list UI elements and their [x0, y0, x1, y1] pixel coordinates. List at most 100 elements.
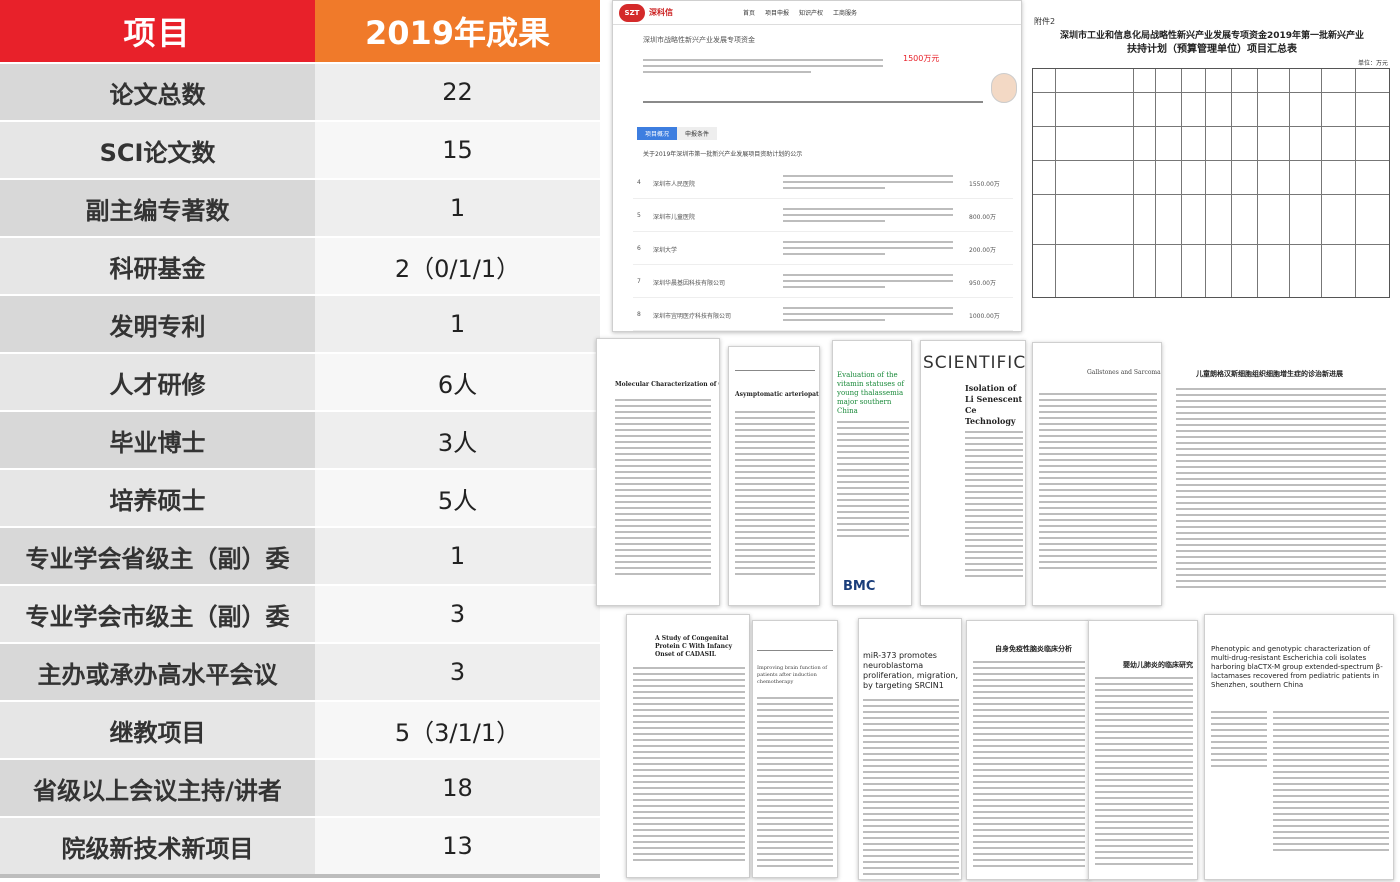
table-row: 继教项目 5（3/1/1） — [0, 700, 600, 758]
row-item-value: 1 — [315, 296, 600, 352]
table-row: SCI论文数 15 — [0, 120, 600, 178]
table-row: 论文总数 22 — [0, 62, 600, 120]
paper-thumbnail: Evaluation of the vitamin statuses of yo… — [832, 340, 912, 606]
paper-title: Gallstones and Sarcoma — [1087, 369, 1161, 376]
web-list-row: 6 深圳大学 200.00万 — [633, 233, 1013, 265]
paper-thumbnail: Improving brain function of patients aft… — [752, 620, 838, 878]
notice-title: 关于2019年深圳市第一批新兴产业发展项目资助计划的公示 — [643, 151, 803, 158]
row-organization: 深圳市人民医院 — [653, 181, 696, 188]
row-item-label: 主办或承办高水平会议 — [0, 644, 315, 700]
avatar — [991, 73, 1017, 103]
table-header: 项目 2019年成果 — [0, 0, 600, 62]
document-title-line1: 深圳市工业和信息化局战略性新兴产业发展专项资金2019年第一批新兴产业 — [1059, 31, 1365, 41]
table-bottom-rule — [0, 874, 600, 878]
bmc-logo: BMC — [843, 579, 876, 594]
table-row: 副主编专著数 1 — [0, 178, 600, 236]
nav-item: 知识产权 — [799, 10, 824, 17]
row-item-label: 继教项目 — [0, 702, 315, 758]
project-headline: 深圳市战略性新兴产业发展专项资金 — [643, 36, 755, 44]
paper-thumbnail: Asymptomatic arteriopathy — [728, 346, 820, 606]
row-item-value: 5（3/1/1） — [315, 702, 600, 758]
web-tabs: 项目概况 申报条件 — [637, 127, 718, 140]
row-item-label: 专业学会省级主（副）委 — [0, 528, 315, 584]
paper-title: Isolation of Li Senescent Ce Technology — [965, 383, 1023, 426]
tab-conditions: 申报条件 — [677, 127, 718, 140]
row-item-label: 毕业博士 — [0, 412, 315, 468]
row-item-value: 13 — [315, 818, 600, 874]
row-item-value: 6人 — [315, 354, 600, 410]
row-organization: 深圳华晨基因科技有限公司 — [653, 280, 726, 287]
row-item-label: 专业学会市级主（副）委 — [0, 586, 315, 642]
journal-name: SCIENTIFIC — [923, 353, 1026, 373]
paper-authors — [1211, 711, 1267, 771]
row-item-label: 人才研修 — [0, 354, 315, 410]
logo-icon: SZT — [619, 3, 645, 22]
paper-title: 自身免疫性脑炎临床分析 — [995, 644, 1072, 653]
row-amount: 1000.00万 — [969, 313, 1000, 320]
row-item-label: 院级新技术新项目 — [0, 818, 315, 874]
project-description — [643, 59, 883, 77]
paper-text — [973, 661, 1085, 871]
row-item-value: 1 — [315, 180, 600, 236]
paper-text — [615, 399, 711, 579]
paper-thumbnail: Phenotypic and genotypic characterizatio… — [1204, 614, 1394, 880]
row-number: 8 — [637, 311, 641, 318]
paper-title: Phenotypic and genotypic characterizatio… — [1211, 645, 1383, 689]
row-description — [783, 307, 953, 325]
table-row: 院级新技术新项目 13 — [0, 816, 600, 874]
paper-thumbnail: Gallstones and Sarcoma — [1032, 342, 1162, 606]
row-item-value: 3 — [315, 586, 600, 642]
paper-text — [1176, 388, 1386, 592]
web-header: SZT 深科信 首页 项目申报 知识产权 工商服务 — [613, 1, 1021, 25]
paper-thumbnail: Molecular Characterization of Carbapenem — [596, 338, 720, 606]
paper-title: Evaluation of the vitamin statuses of yo… — [837, 371, 905, 415]
paper-thumbnail: A Study of Congenital Protein C With Inf… — [626, 614, 750, 878]
tab-overview: 项目概况 — [637, 127, 678, 140]
row-item-value: 5人 — [315, 470, 600, 526]
paper-title: 婴幼儿肺炎的临床研究 — [1123, 660, 1193, 669]
table-row: 人才研修 6人 — [0, 352, 600, 410]
table-row: 主办或承办高水平会议 3 — [0, 642, 600, 700]
paper-title: 儿童朗格汉斯细胞组织细胞增生症的诊治新进展 — [1196, 369, 1343, 378]
row-amount: 950.00万 — [969, 280, 996, 287]
row-item-label: 副主编专著数 — [0, 180, 315, 236]
table-row: 发明专利 1 — [0, 294, 600, 352]
paper-text — [965, 431, 1023, 581]
row-description — [783, 274, 953, 292]
row-item-label: 科研基金 — [0, 238, 315, 294]
web-list-row: 5 深圳市儿童医院 800.00万 — [633, 200, 1013, 232]
row-description — [783, 175, 953, 193]
funding-summary-document: 附件2 深圳市工业和信息化局战略性新兴产业发展专项资金2019年第一批新兴产业 … — [1030, 12, 1394, 300]
web-list-row: 7 深圳华晨基因科技有限公司 950.00万 — [633, 266, 1013, 298]
row-item-value: 3 — [315, 644, 600, 700]
table-row: 科研基金 2（0/1/1） — [0, 236, 600, 294]
table-row: 专业学会省级主（副）委 1 — [0, 526, 600, 584]
paper-text — [1095, 677, 1193, 869]
header-item: 项目 — [0, 0, 315, 62]
paper-title: Asymptomatic arteriopathy — [735, 391, 820, 398]
row-item-value: 15 — [315, 122, 600, 178]
paper-thumbnail: 自身免疫性脑炎临床分析 — [966, 620, 1090, 880]
web-list-row: 8 深圳市宜明医疗科技有限公司 1000.00万 — [633, 299, 1013, 331]
row-number: 7 — [637, 278, 641, 285]
paper-thumbnail: SCIENTIFIC Isolation of Li Senescent Ce … — [920, 340, 1026, 606]
row-amount: 200.00万 — [969, 247, 996, 254]
funding-amount: 1500万元 — [903, 54, 940, 63]
unit-label: 单位：万元 — [1357, 60, 1388, 67]
achievements-table: 项目 2019年成果 论文总数 22 SCI论文数 15 副主编专著数 1 科研基金 2（0/… — [0, 0, 600, 878]
brand-name: 深科信 — [649, 8, 673, 17]
row-number: 4 — [637, 179, 641, 186]
attachment-note: 附件2 — [1034, 17, 1056, 26]
step-bar — [643, 101, 983, 107]
row-item-label: SCI论文数 — [0, 122, 315, 178]
row-number: 5 — [637, 212, 641, 219]
paper-text — [735, 411, 815, 579]
paper-thumbnail: 儿童朗格汉斯细胞组织细胞增生症的诊治新进展 — [1166, 348, 1394, 604]
row-item-value: 1 — [315, 528, 600, 584]
row-description — [783, 241, 953, 259]
paper-text — [837, 421, 909, 541]
paper-text — [633, 667, 745, 865]
paper-text — [863, 699, 959, 879]
row-item-value: 2（0/1/1） — [315, 238, 600, 294]
row-item-value: 18 — [315, 760, 600, 816]
